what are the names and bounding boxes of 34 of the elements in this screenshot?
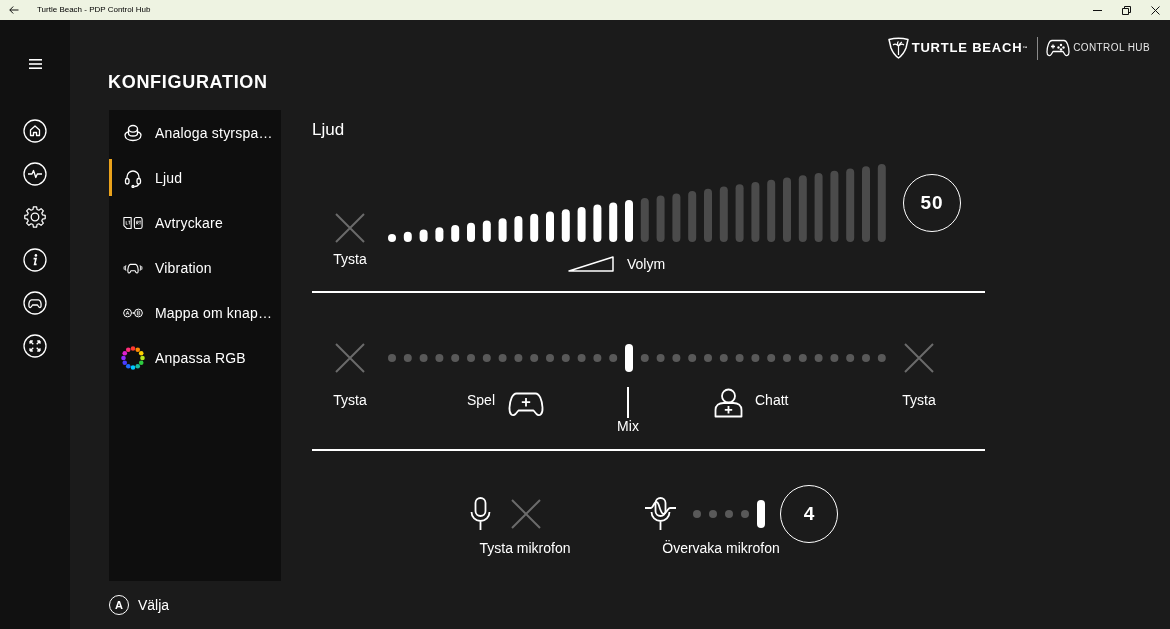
color-ring-icon bbox=[121, 345, 145, 370]
gamepad-icon bbox=[1046, 39, 1071, 57]
sidebar-item[interactable]: Mappa om knap… bbox=[109, 290, 281, 335]
mute-button[interactable]: Tysta bbox=[886, 343, 952, 408]
sidebar-item[interactable]: Ljud bbox=[109, 155, 281, 200]
mute-button[interactable]: Tysta bbox=[312, 343, 388, 408]
joystick-icon bbox=[123, 123, 143, 142]
shield-palm-icon bbox=[887, 37, 909, 59]
expand-icon[interactable] bbox=[23, 334, 47, 358]
close-icon bbox=[1151, 5, 1160, 15]
sidebar-item[interactable]: Avtryckare bbox=[109, 200, 281, 245]
circles-arrow-icon bbox=[123, 307, 143, 318]
settings-icon[interactable] bbox=[23, 205, 47, 229]
sidebar-item[interactable]: Anpassa RGB bbox=[109, 335, 281, 380]
restore-icon bbox=[1122, 5, 1131, 15]
mute-button[interactable]: Tysta bbox=[312, 213, 388, 267]
brand-name: TURTLE BEACH$^{™}$ bbox=[911, 40, 1029, 56]
gamepad-icon[interactable] bbox=[23, 291, 47, 315]
product-name: CONTROL HUB bbox=[1073, 42, 1150, 54]
section-title: Ljud bbox=[312, 120, 345, 140]
menu-icon bbox=[28, 59, 42, 69]
back-arrow-icon bbox=[9, 6, 19, 14]
select-hint: Välja bbox=[138, 597, 170, 613]
sidebar-item[interactable]: Vibration bbox=[109, 245, 281, 290]
page-heading: KONFIGURATION bbox=[108, 71, 268, 94]
pulse-icon[interactable] bbox=[23, 162, 47, 186]
monitor-label: Övervaka mikrofon bbox=[661, 540, 781, 556]
headset-icon bbox=[123, 167, 143, 188]
info-icon[interactable] bbox=[23, 248, 47, 272]
home-icon[interactable] bbox=[23, 119, 47, 143]
window-title: Turtle Beach - PDP Control Hub bbox=[37, 5, 151, 15]
sidebar-item[interactable]: Analoga styrspa… bbox=[109, 110, 281, 155]
minimize-icon bbox=[1093, 9, 1102, 11]
trigger-buttons-icon bbox=[123, 215, 143, 230]
